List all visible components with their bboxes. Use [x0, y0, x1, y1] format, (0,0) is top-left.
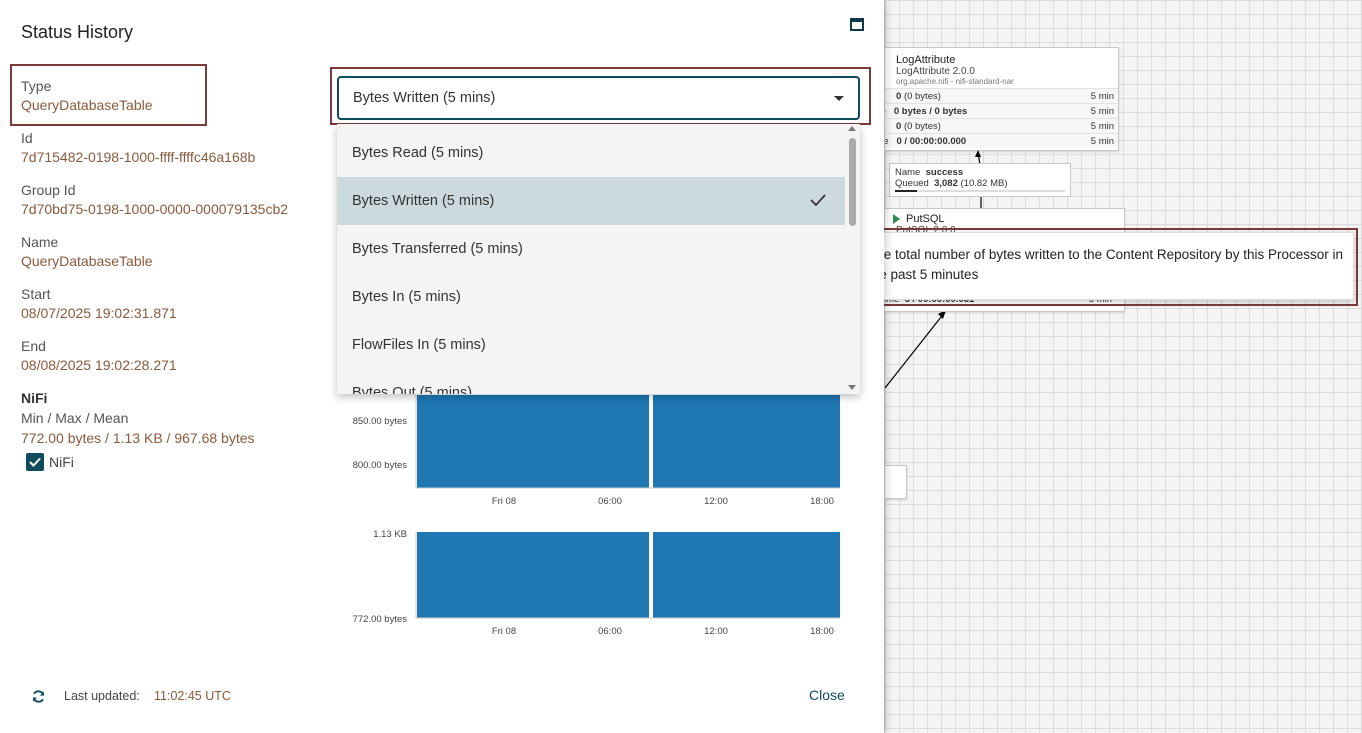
x-tick: 18:00: [810, 496, 834, 507]
connection-success[interactable]: Name success Queued 3,082 (10.82 MB): [889, 163, 1071, 197]
status-history-dialog: Status History Type QueryDatabaseTable I…: [0, 0, 884, 733]
start-label: Start: [21, 286, 51, 302]
data-gap: [649, 532, 653, 618]
queued-count: 3,082: [934, 178, 958, 189]
y-tick: 800.00 bytes: [353, 460, 408, 471]
stats-label: Min / Max / Mean: [21, 410, 129, 426]
overview-chart: 1.13 KB 772.00 bytes Fri 08 06:00 12:00 …: [353, 529, 840, 637]
dropdown-arrow-icon: [834, 96, 844, 101]
start-field: Start 08/07/2025 19:02:31.871: [21, 286, 177, 321]
processor-name: PutSQL: [906, 213, 945, 225]
id-value: 7d715482-0198-1000-ffff-ffffc46a168b: [21, 149, 256, 165]
metric-option-selected[interactable]: Bytes Written (5 mins): [337, 177, 845, 225]
area-series: [417, 532, 840, 618]
check-icon: [29, 457, 41, 467]
y-tick: 772.00 bytes: [353, 614, 408, 625]
connection-name-label: Name: [895, 167, 921, 178]
maximize-icon[interactable]: [850, 18, 864, 31]
dropdown-scrollbar[interactable]: [845, 124, 860, 394]
y-tick: 850.00 bytes: [353, 416, 408, 427]
check-icon: [810, 194, 826, 207]
id-label: Id: [21, 130, 33, 146]
last-updated-label: Last updated:: [64, 689, 140, 703]
metric-select[interactable]: Bytes Written (5 mins): [337, 76, 860, 120]
scroll-up-icon[interactable]: [848, 126, 856, 131]
flow-canvas[interactable]: LogAttribute LogAttribute 2.0.0 org.apac…: [884, 0, 1362, 733]
metric-select-value: Bytes Written (5 mins): [353, 90, 496, 106]
last-updated-value: 11:02:45 UTC: [154, 689, 231, 703]
x-tick: Fri 08: [492, 496, 516, 507]
type-value: QueryDatabaseTable: [21, 97, 153, 113]
metric-tooltip-highlight: The total number of bytes written to the…: [853, 228, 1358, 306]
dialog-title: Status History: [21, 22, 134, 42]
metric-option[interactable]: Bytes In (5 mins): [337, 273, 845, 321]
metric-option[interactable]: Bytes Transferred (5 mins): [337, 225, 845, 273]
nifi-instance-checkbox-label: NiFi: [49, 454, 74, 470]
connection-name-value: success: [925, 167, 964, 178]
stats-value: 772.00 bytes / 1.13 KB / 967.68 bytes: [21, 430, 255, 446]
nifi-instance-checkbox[interactable]: [26, 453, 44, 471]
name-field: Name QueryDatabaseTable: [21, 234, 153, 269]
metric-option[interactable]: Bytes Read (5 mins): [337, 129, 845, 177]
type-field: Type QueryDatabaseTable: [21, 78, 153, 113]
start-value: 08/07/2025 19:02:31.871: [21, 305, 177, 321]
queued-size: (10.82 MB): [960, 178, 1008, 189]
x-tick: 12:00: [704, 626, 728, 637]
group-id-field: Group Id 7d70bd75-0198-1000-0000-0000791…: [21, 182, 288, 217]
name-value: QueryDatabaseTable: [21, 253, 153, 269]
group-id-value: 7d70bd75-0198-1000-0000-000079135cb2: [21, 201, 289, 217]
queued-label: Queued: [895, 178, 929, 189]
id-field: Id 7d715482-0198-1000-ffff-ffffc46a168b: [21, 130, 255, 165]
area-series-left: [417, 395, 840, 488]
metric-tooltip: The total number of bytes written to the…: [857, 232, 1354, 300]
type-label: Type: [21, 78, 52, 94]
y-tick: 1.13 KB: [373, 529, 407, 540]
refresh-icon[interactable]: [31, 689, 46, 704]
x-tick: 12:00: [704, 496, 728, 507]
end-value: 08/08/2025 19:02:28.271: [21, 357, 177, 373]
name-label: Name: [21, 234, 59, 250]
connection-arrow-up: [885, 150, 982, 389]
scroll-down-icon[interactable]: [848, 385, 856, 390]
partial-component[interactable]: [885, 465, 907, 499]
x-tick: 18:00: [810, 626, 834, 637]
x-tick: 06:00: [598, 626, 622, 637]
group-id-label: Group Id: [21, 182, 76, 198]
close-button[interactable]: Close: [809, 687, 845, 703]
instance-heading: NiFi: [21, 390, 48, 406]
scroll-thumb[interactable]: [849, 138, 856, 226]
end-field: End 08/08/2025 19:02:28.271: [21, 338, 177, 373]
metric-options-list: Bytes Read (5 mins) Bytes Written (5 min…: [337, 124, 860, 394]
end-label: End: [21, 338, 46, 354]
play-icon: [893, 214, 900, 224]
metric-option[interactable]: Bytes Out (5 mins): [337, 369, 845, 394]
detail-chart: 850.00 bytes 800.00 bytes Fri 08 06:00 1…: [353, 390, 840, 507]
metric-option[interactable]: FlowFiles In (5 mins): [337, 321, 845, 369]
x-tick: Fri 08: [492, 626, 516, 637]
queue-progress-bar: [895, 190, 1065, 192]
x-tick: 06:00: [598, 496, 622, 507]
metric-option-label: Bytes Written (5 mins): [352, 193, 495, 209]
data-gap: [649, 390, 653, 488]
